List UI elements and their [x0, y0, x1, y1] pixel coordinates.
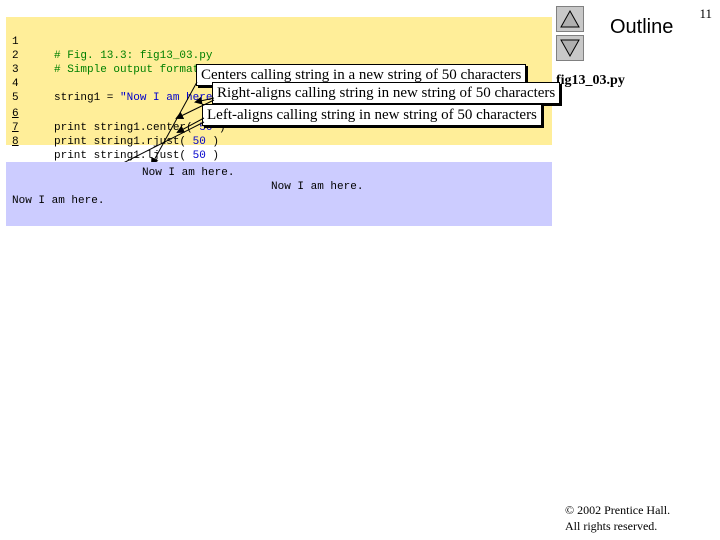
page-number: 11 [699, 6, 712, 21]
output-line-centered: Now I am here. [142, 167, 235, 179]
code-text: string1 = "Now I am here." [54, 91, 226, 105]
code-line: 7 print string1.rjust( 50 ) [12, 107, 219, 148]
code-suffix: ) [205, 150, 220, 162]
previous-slide-button[interactable] [556, 6, 584, 32]
outline-title[interactable]: Outline [610, 16, 673, 39]
code-text: print string1.ljust( 50 ) [54, 149, 219, 163]
code-line: 2 # Simple output formatting example. [12, 35, 285, 76]
code-line: 5 [12, 77, 38, 104]
code-text: print string1.center( 50 ) [54, 121, 226, 135]
code-line: 4 string1 = "Now I am here." [12, 63, 226, 104]
code-line: 8 print string1.ljust( 50 ) [12, 121, 219, 162]
callout-rjust: Right-aligns calling string in new strin… [212, 82, 561, 104]
code-comment: # Fig. 13.3: fig13_03.py [54, 50, 213, 62]
code-prefix: string1 = [54, 92, 121, 104]
program-output: Now I am here. Now I am here. Now I am h… [6, 162, 552, 226]
copyright-line: © 2002 Prentice Hall. [565, 503, 671, 517]
code-suffix: ) [205, 136, 220, 148]
output-line-right: Now I am here. [271, 181, 364, 193]
code-text: print string1.rjust( 50 ) [54, 135, 219, 149]
code-line: 6 print string1.center( 50 ) [12, 93, 226, 134]
copyright-notice: © 2002 Prentice Hall. All rights reserve… [565, 502, 670, 534]
code-line: 3 [12, 49, 38, 76]
callout-ljust: Left-aligns calling string in new string… [202, 104, 542, 126]
output-line-left: Now I am here. [12, 195, 105, 207]
code-prefix: print string1.rjust( [54, 136, 193, 148]
next-slide-button[interactable] [556, 35, 584, 61]
slide-file-label: fig13_03.py [556, 73, 625, 88]
number-literal: 50 [192, 136, 206, 148]
code-prefix: print string1.center( [54, 122, 200, 134]
string-literal: "Now I am here." [120, 92, 226, 104]
copyright-line: All rights reserved. [565, 519, 658, 533]
code-prefix: print string1.ljust( [54, 150, 193, 162]
number-literal: 50 [192, 150, 206, 162]
code-line: 1 # Fig. 13.3: fig13_03.py [12, 21, 212, 62]
triangle-up-icon [560, 10, 580, 28]
triangle-down-icon [560, 39, 580, 57]
line-number: 8 [12, 136, 19, 148]
